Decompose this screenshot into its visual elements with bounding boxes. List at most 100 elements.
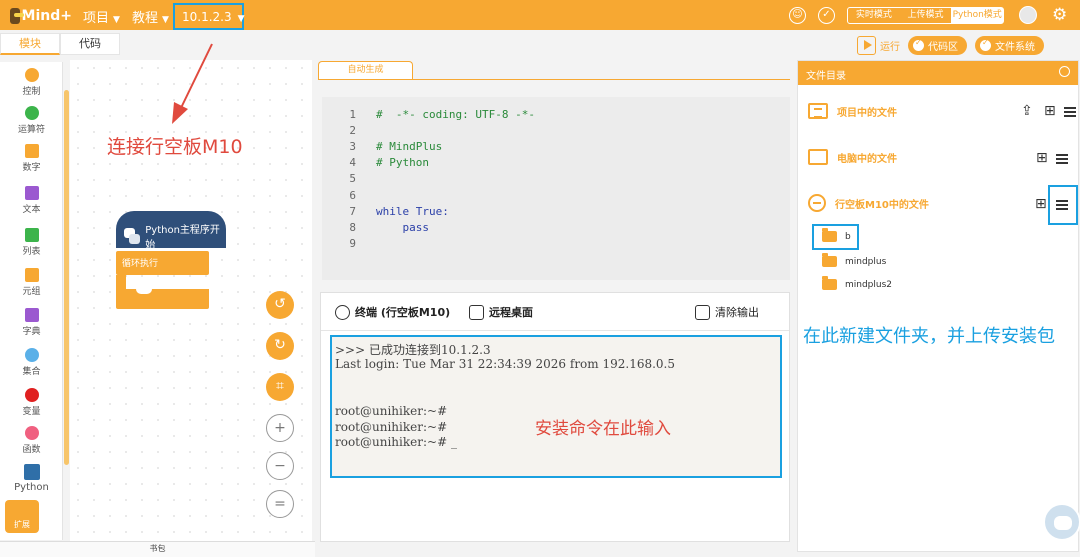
block-category-sidebar: 控制 运算符 数字 文本 列表 元组 字典 集合 变量 函数 Python xyxy=(0,62,63,540)
caret-down-icon: ▼ xyxy=(237,14,245,24)
folder-icon xyxy=(822,276,837,290)
assistant-robot-icon[interactable] xyxy=(1043,503,1080,541)
board-icon xyxy=(808,194,826,212)
category-dict[interactable]: 字典 xyxy=(0,308,63,337)
tab-blocks[interactable]: 模块 xyxy=(0,33,60,55)
category-tuple[interactable]: 元组 xyxy=(0,268,63,297)
code-line: 8 pass xyxy=(349,221,429,234)
code-line: 9 xyxy=(349,237,356,250)
dict-icon xyxy=(24,308,39,322)
computer-monitor-icon xyxy=(808,149,828,165)
annotation-new-folder-upload: 在此新建文件夹，并上传安装包 xyxy=(803,326,1055,347)
check-badge-icon[interactable]: ✓ xyxy=(818,7,835,24)
file-system-toggle[interactable]: 文件系统 xyxy=(975,35,1044,55)
code-line: 1 # -*- coding: UTF-8 -*- xyxy=(349,108,535,121)
python-icon xyxy=(23,464,40,480)
category-scrollbar[interactable] xyxy=(64,90,69,465)
broom-icon xyxy=(695,304,710,320)
device-connection-dropdown[interactable]: 10.1.2.3 ▼ xyxy=(173,3,245,30)
menu-project[interactable]: 项目 ▼ xyxy=(83,7,120,26)
section-board-files[interactable]: 行空板M10中的文件 xyxy=(808,191,929,215)
section-computer-files[interactable]: 电脑中的文件 xyxy=(808,145,897,169)
code-line: 5 xyxy=(349,172,356,185)
code-line: 3 # MindPlus xyxy=(349,140,443,153)
mode-switcher: 实时模式 上传模式 Python模式 xyxy=(847,7,1004,24)
robot-face-icon[interactable]: ☺ xyxy=(789,7,806,24)
mode-upload[interactable]: 上传模式 xyxy=(900,8,952,23)
undo-button[interactable]: ↺ xyxy=(266,291,294,319)
zoom-reset-button[interactable]: = xyxy=(266,490,294,518)
menu-icon[interactable] xyxy=(1056,154,1068,164)
annotation-arrow xyxy=(172,43,213,124)
zoom-out-button[interactable]: − xyxy=(266,452,294,480)
terminal-output[interactable]: >>> 已成功连接到10.1.2.3 Last login: Tue Mar 3… xyxy=(330,335,782,478)
editor-mode-tabs: 模块 代码 xyxy=(0,33,120,55)
check-icon xyxy=(913,38,924,51)
menu-tutorial[interactable]: 教程 ▼ xyxy=(132,7,169,26)
category-list[interactable]: 列表 xyxy=(0,228,63,257)
link-icon xyxy=(335,304,350,320)
category-variable[interactable]: 变量 xyxy=(0,388,63,417)
number-icon xyxy=(24,144,39,158)
clear-output-button[interactable]: 清除输出 xyxy=(695,304,759,320)
function-icon xyxy=(24,426,39,440)
category-text[interactable]: 文本 xyxy=(0,186,63,215)
forever-loop-block[interactable]: 循环执行 xyxy=(116,251,209,309)
category-python[interactable]: Python xyxy=(0,464,63,493)
terminal-toolbar: 终端 (行空板M10) 远程桌面 清除输出 xyxy=(321,293,789,331)
new-file-icon[interactable]: ⊞ xyxy=(1035,196,1047,212)
code-line: 6 xyxy=(349,189,356,202)
code-line: 4 # Python xyxy=(349,156,429,169)
new-file-icon[interactable]: ⊞ xyxy=(1044,103,1056,119)
project-folder-icon xyxy=(808,103,828,119)
category-operators[interactable]: 运算符 xyxy=(0,106,63,135)
play-icon xyxy=(857,35,876,55)
monitor-icon xyxy=(469,304,484,320)
text-icon xyxy=(24,186,39,200)
section-project-files[interactable]: 项目中的文件 xyxy=(808,99,897,123)
refresh-icon[interactable] xyxy=(1059,66,1070,77)
python-main-hat-block[interactable]: Python主程序开始 xyxy=(116,211,226,251)
new-file-icon[interactable]: ⊞ xyxy=(1036,150,1048,166)
mind-plus-logo: Mind+ xyxy=(10,5,72,27)
run-toolbar: 运行 代码区 文件系统 xyxy=(857,35,1044,55)
menu-icon[interactable] xyxy=(1064,107,1076,117)
settings-gear-icon[interactable]: ⚙ xyxy=(1052,5,1067,25)
folder-item-mindplus[interactable]: mindplus xyxy=(822,253,886,267)
file-directory-header: 文件目录 xyxy=(798,61,1078,85)
redo-button[interactable]: ↻ xyxy=(266,332,294,360)
annotation-install-command: 安装命令在此输入 xyxy=(535,419,671,439)
caret-down-icon: ▼ xyxy=(162,15,169,25)
caret-down-icon: ▼ xyxy=(113,15,120,25)
category-number[interactable]: 数字 xyxy=(0,144,63,173)
code-editor[interactable]: 1 # -*- coding: UTF-8 -*- 2 3 # MindPlus 4… xyxy=(322,97,790,280)
folder-item-mindplus2[interactable]: mindplus2 xyxy=(822,276,892,290)
list-icon xyxy=(24,228,39,242)
zoom-in-button[interactable]: + xyxy=(266,414,294,442)
category-function[interactable]: 函数 xyxy=(0,426,63,455)
category-set[interactable]: 集合 xyxy=(0,348,63,377)
tuple-icon xyxy=(24,268,39,282)
robot-logo-icon xyxy=(10,8,24,24)
variable-icon xyxy=(24,388,39,402)
tab-remote-desktop[interactable]: 远程桌面 xyxy=(469,304,533,320)
python-logo-icon xyxy=(124,228,140,244)
highlight-folder-b xyxy=(812,224,859,250)
check-icon xyxy=(980,38,991,51)
tab-auto-generated[interactable]: 自动生成 xyxy=(318,61,413,80)
code-area-toggle[interactable]: 代码区 xyxy=(908,35,967,55)
category-control[interactable]: 控制 xyxy=(0,68,63,97)
mode-python[interactable]: Python模式 xyxy=(951,8,1004,23)
highlight-board-menu xyxy=(1048,185,1078,225)
crop-icon[interactable]: ⌗ xyxy=(266,373,294,401)
tab-terminal[interactable]: 终端 (行空板M10) xyxy=(335,304,450,320)
bookbag-bar[interactable]: 书包 xyxy=(0,541,315,557)
upload-icon[interactable]: ⇪ xyxy=(1021,103,1033,119)
folder-icon xyxy=(822,253,837,267)
tab-code[interactable]: 代码 xyxy=(60,33,120,55)
run-button[interactable]: 运行 xyxy=(857,35,900,55)
user-avatar[interactable] xyxy=(1019,6,1037,24)
mode-realtime[interactable]: 实时模式 xyxy=(848,8,900,23)
operators-icon xyxy=(24,106,39,120)
extension-button[interactable]: 扩展 xyxy=(5,500,39,533)
